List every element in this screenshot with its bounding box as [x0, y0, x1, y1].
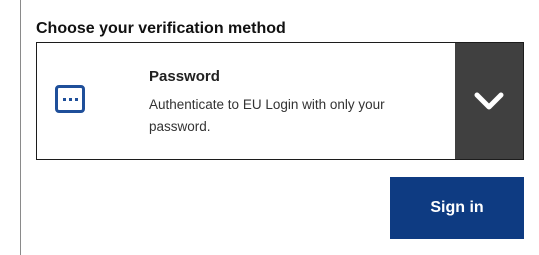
method-description: Authenticate to EU Login with only your … — [149, 97, 385, 134]
verification-method-select[interactable]: Password Authenticate to EU Login with o… — [36, 42, 524, 160]
sign-in-button[interactable]: Sign in — [390, 177, 524, 239]
section-title: Choose your verification method — [36, 20, 286, 37]
chevron-down-icon — [474, 92, 504, 110]
dropdown-toggle-button[interactable] — [455, 43, 523, 159]
method-title: Password — [149, 68, 220, 85]
password-dots-icon — [55, 85, 85, 113]
